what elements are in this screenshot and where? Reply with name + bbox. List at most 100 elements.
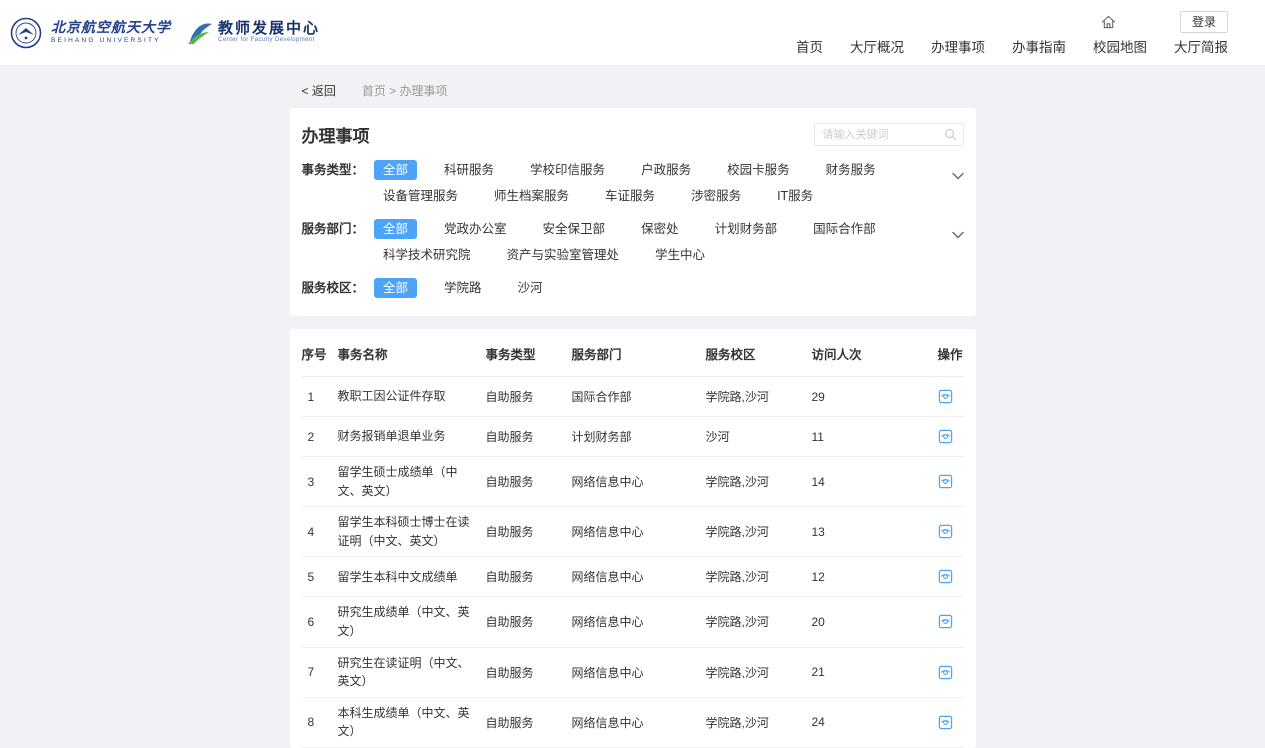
back-link[interactable]: < 返回 (302, 82, 336, 99)
cell-campus: 学院路,沙河 (706, 523, 812, 540)
table-body: 1教职工因公证件存取自助服务国际合作部学院路,沙河292财务报销单退单业务自助服… (302, 377, 964, 748)
filter-chip[interactable]: 全部 (374, 160, 417, 180)
login-button[interactable]: 登录 (1180, 11, 1228, 33)
filter-chip[interactable]: 科研服务 (435, 160, 503, 180)
cell-type: 自助服务 (486, 523, 572, 540)
filter-chip[interactable]: 设备管理服务 (374, 186, 467, 206)
filter-chip[interactable]: 学校印信服务 (521, 160, 614, 180)
cell-name: 本科生成绩单（中文、英文） (338, 704, 486, 741)
university-name: 北京航空航天大学 BEIHANG UNIVERSITY (51, 21, 171, 45)
center-name-cn: 教师发展中心 (218, 21, 320, 38)
filter-chip[interactable]: 资产与实验室管理处 (498, 245, 629, 265)
cell-visits: 12 (812, 570, 938, 584)
filter-options: 全部学院路沙河 (374, 278, 963, 298)
view-icon (938, 474, 953, 489)
cell-visits: 24 (812, 715, 938, 729)
main-nav: 首页 大厅概况 办理事项 办事指南 校园地图 大厅简报 (796, 36, 1228, 56)
cell-name: 留学生本科硕士博士在读证明（中文、英文） (338, 513, 486, 550)
center-logo-icon (186, 20, 214, 46)
nav-item-campus-map[interactable]: 校园地图 (1093, 36, 1147, 56)
view-record-button[interactable] (938, 524, 964, 539)
page-title: 办理事项 (302, 122, 370, 147)
filter-chip[interactable]: 学院路 (435, 278, 491, 298)
filter-chip[interactable]: 财务服务 (817, 160, 885, 180)
filter-label: 事务类型： (302, 160, 365, 180)
cell-name: 研究生成绩单（中文、英文） (338, 603, 486, 640)
filter-chip[interactable]: 涉密服务 (682, 186, 750, 206)
nav-item-hall-overview[interactable]: 大厅概况 (850, 36, 904, 56)
cell-visits: 11 (812, 430, 938, 444)
nav-item-home[interactable]: 首页 (796, 36, 823, 56)
cell-visits: 14 (812, 475, 938, 489)
cell-type: 自助服务 (486, 664, 572, 681)
view-record-button[interactable] (938, 389, 964, 404)
view-record-button[interactable] (938, 665, 964, 680)
cell-department: 网络信息中心 (572, 664, 706, 681)
filter-chip[interactable]: 安全保卫部 (534, 219, 615, 239)
filter-row-service-department: 服务部门：全部党政办公室安全保卫部保密处计划财务部国际合作部科学技术研究院资产与… (302, 219, 964, 265)
nav-item-service-guide[interactable]: 办事指南 (1012, 36, 1066, 56)
services-table: 序号事务名称事务类型服务部门服务校区访问人次操作 1教职工因公证件存取自助服务国… (290, 329, 976, 748)
cell-type: 自助服务 (486, 714, 572, 731)
cell-name: 留学生硕士成绩单（中文、英文） (338, 463, 486, 500)
chevron-down-icon[interactable] (952, 160, 964, 186)
center-name-en: Center for Faculty Development (218, 37, 320, 44)
view-icon (938, 524, 953, 539)
filter-chip[interactable]: 师生档案服务 (485, 186, 578, 206)
filter-chip[interactable]: 国际合作部 (804, 219, 885, 239)
cell-name: 财务报销单退单业务 (338, 427, 486, 446)
view-record-button[interactable] (938, 614, 964, 629)
cell-campus: 学院路,沙河 (706, 714, 812, 731)
cell-department: 计划财务部 (572, 428, 706, 445)
content-area: < 返回 首页 > 办理事项 办理事项 事务类型：全部科研服务学校印信服务户政服… (290, 82, 976, 748)
filter-chip[interactable]: 车证服务 (596, 186, 664, 206)
table-row: 3留学生硕士成绩单（中文、英文）自助服务网络信息中心学院路,沙河14 (302, 457, 964, 507)
chevron-down-icon[interactable] (952, 219, 964, 245)
column-header-name: 事务名称 (338, 344, 486, 363)
filter-chip[interactable]: 科学技术研究院 (374, 245, 480, 265)
panel-head: 办理事项 (302, 122, 964, 147)
cell-type: 自助服务 (486, 428, 572, 445)
filter-chip[interactable]: IT服务 (768, 186, 822, 206)
nav-item-service-items[interactable]: 办理事项 (931, 36, 985, 56)
view-record-button[interactable] (938, 715, 964, 730)
filter-chip[interactable]: 学生中心 (646, 245, 714, 265)
view-icon (938, 614, 953, 629)
filter-label: 服务校区： (302, 278, 365, 298)
logo: 北京航空航天大学 BEIHANG UNIVERSITY 教师发展中心 Cente… (10, 0, 320, 65)
cell-name: 研究生在读证明（中文、英文） (338, 654, 486, 691)
table-row: 4留学生本科硕士博士在读证明（中文、英文）自助服务网络信息中心学院路,沙河13 (302, 507, 964, 557)
filter-chip[interactable]: 全部 (374, 219, 417, 239)
breadcrumb[interactable]: 首页 > 办理事项 (362, 82, 448, 99)
table-row: 2财务报销单退单业务自助服务计划财务部沙河11 (302, 417, 964, 457)
view-record-button[interactable] (938, 569, 964, 584)
filter-chip[interactable]: 保密处 (632, 219, 688, 239)
filter-chip[interactable]: 户政服务 (632, 160, 700, 180)
filter-chip[interactable]: 校园卡服务 (718, 160, 799, 180)
cell-no: 2 (302, 430, 338, 444)
cell-department: 网络信息中心 (572, 568, 706, 585)
header-right: 登录 首页 大厅概况 办理事项 办事指南 校园地图 大厅简报 (796, 0, 1265, 65)
cell-no: 4 (302, 525, 338, 539)
table-row: 1教职工因公证件存取自助服务国际合作部学院路,沙河29 (302, 377, 964, 417)
filter-chip[interactable]: 全部 (374, 278, 417, 298)
filter-chip[interactable]: 党政办公室 (435, 219, 516, 239)
cell-visits: 29 (812, 390, 938, 404)
column-header-no: 序号 (302, 344, 338, 363)
search-input[interactable] (814, 123, 964, 146)
cell-campus: 学院路,沙河 (706, 568, 812, 585)
cell-no: 7 (302, 665, 338, 679)
view-record-button[interactable] (938, 429, 964, 444)
table-header: 序号事务名称事务类型服务部门服务校区访问人次操作 (302, 329, 964, 377)
breadcrumb-row: < 返回 首页 > 办理事项 (290, 82, 976, 99)
filter-chip[interactable]: 沙河 (509, 278, 552, 298)
table-row: 5留学生本科中文成绩单自助服务网络信息中心学院路,沙河12 (302, 557, 964, 597)
view-record-button[interactable] (938, 474, 964, 489)
home-icon[interactable] (1101, 15, 1116, 29)
filter-chip[interactable]: 计划财务部 (706, 219, 787, 239)
nav-item-hall-bulletin[interactable]: 大厅简报 (1174, 36, 1228, 56)
university-emblem-icon (10, 17, 42, 49)
cell-name: 教职工因公证件存取 (338, 387, 486, 406)
cell-no: 8 (302, 715, 338, 729)
cell-department: 网络信息中心 (572, 473, 706, 490)
